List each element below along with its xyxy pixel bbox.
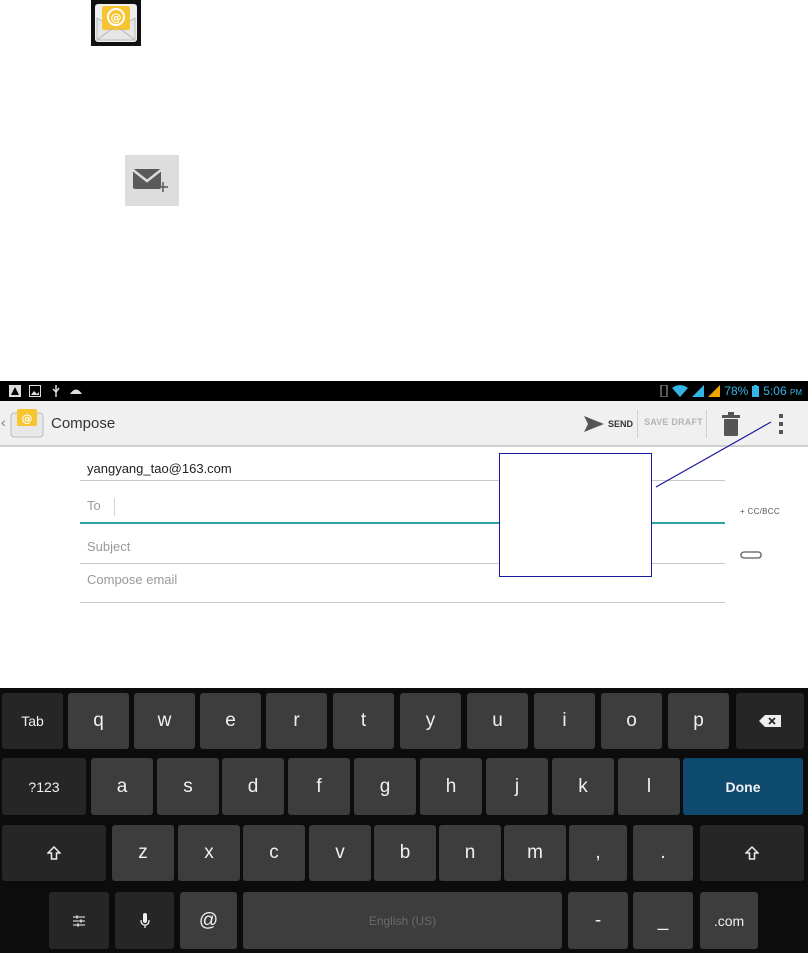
key-m[interactable]: m: [504, 825, 566, 881]
android-debug-icon: [70, 389, 82, 394]
from-address: yangyang_tao@163.com: [87, 461, 232, 476]
key-backspace[interactable]: [736, 693, 804, 749]
key-period[interactable]: .: [633, 825, 693, 881]
trash-icon[interactable]: [721, 411, 741, 437]
key-z[interactable]: z: [112, 825, 174, 881]
more-vert-icon[interactable]: [776, 413, 786, 435]
key-r[interactable]: r: [266, 693, 327, 749]
keyboard-settings-icon: [73, 915, 85, 926]
key-n[interactable]: n: [439, 825, 501, 881]
shift-arrow-icon: [745, 846, 759, 860]
key-dotcom[interactable]: .com: [700, 892, 758, 949]
divider: [706, 410, 707, 438]
new-mail-plus-icon: [125, 155, 179, 206]
send-button[interactable]: SEND: [584, 413, 633, 435]
key-comma[interactable]: ,: [569, 825, 627, 881]
key-g[interactable]: g: [354, 758, 416, 815]
key-done[interactable]: Done: [683, 758, 803, 815]
key-shift-right[interactable]: [700, 825, 804, 881]
key-o[interactable]: o: [601, 693, 662, 749]
signal-2-icon: [708, 385, 721, 397]
key-b[interactable]: b: [374, 825, 436, 881]
key-c[interactable]: c: [243, 825, 305, 881]
shift-arrow-icon: [47, 846, 61, 860]
send-label: SEND: [608, 419, 634, 429]
cc-bcc-button[interactable]: + CC/BCC: [740, 507, 780, 516]
svg-text:@: @: [22, 412, 33, 425]
subject-field[interactable]: Subject: [87, 539, 130, 554]
notification-icon: [9, 385, 21, 397]
key-e[interactable]: e: [200, 693, 261, 749]
callout-box: [499, 453, 652, 577]
key-settings[interactable]: [49, 892, 109, 949]
key-at[interactable]: @: [180, 892, 237, 949]
key-q[interactable]: q: [68, 693, 129, 749]
key-voice[interactable]: [115, 892, 174, 949]
key-a[interactable]: a: [91, 758, 153, 815]
email-app-icon: @: [91, 0, 141, 46]
compose-screen: 78% 5:06 PM ‹ @ Compose SEND SAVE DRAFT: [0, 381, 808, 953]
key-underscore[interactable]: _: [633, 892, 693, 949]
paperclip-icon[interactable]: [739, 547, 763, 561]
key-v[interactable]: v: [309, 825, 371, 881]
status-bar: 78% 5:06 PM: [0, 381, 808, 401]
key-p[interactable]: p: [668, 693, 729, 749]
app-home-icon[interactable]: @: [9, 407, 45, 439]
key-hyphen[interactable]: -: [568, 892, 628, 949]
battery-icon: [752, 385, 760, 397]
key-s[interactable]: s: [157, 758, 219, 815]
wifi-icon: [672, 385, 689, 397]
key-space[interactable]: English (US): [243, 892, 562, 949]
key-tab[interactable]: Tab: [2, 693, 63, 749]
body-field[interactable]: Compose email: [87, 572, 177, 587]
usb-icon: [52, 385, 60, 397]
key-k[interactable]: k: [552, 758, 614, 815]
page-title: Compose: [51, 415, 116, 432]
key-y[interactable]: y: [400, 693, 461, 749]
on-screen-keyboard: Tab q w e r t y u i o p ?123 a s d f g h…: [0, 688, 808, 953]
status-indicators: 78% 5:06 PM: [660, 381, 802, 401]
divider: [114, 498, 115, 516]
svg-text:@: @: [111, 11, 122, 24]
action-bar: ‹ @ Compose SEND SAVE DRAFT: [0, 401, 808, 447]
back-chevron-icon[interactable]: ‹: [1, 414, 6, 430]
key-u[interactable]: u: [467, 693, 528, 749]
to-field[interactable]: To: [87, 498, 101, 513]
key-symbols[interactable]: ?123: [2, 758, 86, 815]
key-j[interactable]: j: [486, 758, 548, 815]
key-h[interactable]: h: [420, 758, 482, 815]
divider: [637, 410, 638, 438]
vibrate-icon: [660, 385, 668, 397]
key-d[interactable]: d: [222, 758, 284, 815]
microphone-icon: [139, 912, 150, 928]
send-arrow-icon: [584, 416, 604, 432]
clock: 5:06 PM: [763, 384, 802, 398]
key-w[interactable]: w: [134, 693, 195, 749]
signal-icon: [692, 385, 705, 397]
key-l[interactable]: l: [618, 758, 680, 815]
key-t[interactable]: t: [333, 693, 394, 749]
key-f[interactable]: f: [288, 758, 350, 815]
key-i[interactable]: i: [534, 693, 595, 749]
save-draft-button[interactable]: SAVE DRAFT: [644, 417, 703, 427]
divider: [80, 602, 725, 603]
backspace-icon: [759, 715, 781, 727]
gallery-icon: [29, 385, 41, 397]
key-x[interactable]: x: [178, 825, 240, 881]
battery-percent: 78%: [724, 384, 749, 398]
key-shift-left[interactable]: [2, 825, 106, 881]
